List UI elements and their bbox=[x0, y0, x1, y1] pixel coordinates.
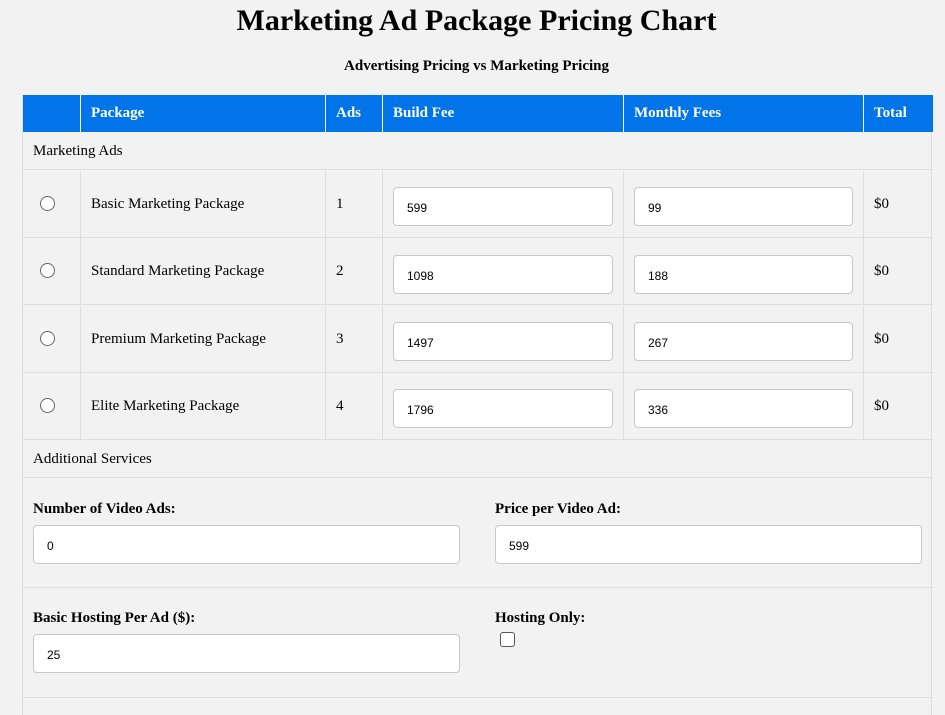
package-radio-basic[interactable] bbox=[40, 196, 55, 211]
package-name: Premium Marketing Package bbox=[81, 306, 326, 373]
divider bbox=[23, 587, 933, 588]
package-ads: 2 bbox=[326, 238, 383, 305]
hosting-input[interactable]: 25 bbox=[33, 634, 460, 673]
table-header: Package Ads Build Fee Monthly Fees Total bbox=[23, 95, 933, 132]
select-cell bbox=[23, 373, 81, 440]
package-ads: 3 bbox=[326, 306, 383, 373]
monthly-fee-cell: 188 bbox=[624, 238, 864, 305]
monthly-fee-cell: 99 bbox=[624, 171, 864, 238]
table-row: Premium Marketing Package 3 1497 267 $0 bbox=[23, 306, 933, 373]
monthly-fee-cell: 336 bbox=[624, 373, 864, 440]
build-fee-input[interactable]: 1098 bbox=[393, 255, 613, 294]
package-total: $0 bbox=[874, 263, 889, 279]
header-total: Total bbox=[874, 105, 907, 121]
section-additional-services: Additional Services bbox=[23, 440, 933, 478]
build-fee-cell: 599 bbox=[383, 171, 624, 238]
monthly-fee-input[interactable]: 188 bbox=[634, 255, 853, 294]
header-select bbox=[23, 95, 81, 132]
monthly-fee-cell: 267 bbox=[624, 306, 864, 373]
page-title: Marketing Ad Package Pricing Chart bbox=[236, 4, 717, 37]
monthly-fee-input[interactable]: 267 bbox=[634, 322, 853, 361]
header-ads: Ads bbox=[326, 95, 383, 132]
package-total: $0 bbox=[874, 196, 889, 212]
build-fee-input[interactable]: 1497 bbox=[393, 322, 613, 361]
package-radio-premium[interactable] bbox=[40, 331, 55, 346]
page-subtitle: Advertising Pricing vs Marketing Pricing bbox=[344, 58, 609, 74]
video-ads-input[interactable]: 0 bbox=[33, 525, 460, 564]
hosting-only-label: Hosting Only: bbox=[495, 610, 586, 626]
package-name: Elite Marketing Package bbox=[81, 373, 326, 440]
package-total: $0 bbox=[874, 331, 889, 347]
package-name: Standard Marketing Package bbox=[81, 238, 326, 305]
package-name: Basic Marketing Package bbox=[81, 171, 326, 238]
price-per-video-input[interactable]: 599 bbox=[495, 525, 922, 564]
select-cell bbox=[23, 171, 81, 238]
package-ads: 1 bbox=[326, 171, 383, 238]
pricing-table: Package Ads Build Fee Monthly Fees Total… bbox=[22, 95, 933, 715]
header-monthly-fees: Monthly Fees bbox=[624, 95, 864, 132]
price-per-video-label: Price per Video Ad: bbox=[495, 501, 621, 517]
section-marketing-ads: Marketing Ads bbox=[23, 132, 933, 170]
monthly-fee-input[interactable]: 336 bbox=[634, 389, 853, 428]
package-ads: 4 bbox=[326, 373, 383, 440]
table-row: Standard Marketing Package 2 1098 188 $0 bbox=[23, 238, 933, 305]
select-cell bbox=[23, 306, 81, 373]
package-total: $0 bbox=[874, 398, 889, 414]
monthly-fee-input[interactable]: 99 bbox=[634, 187, 853, 226]
header-build-fee: Build Fee bbox=[383, 95, 624, 132]
build-fee-input[interactable]: 599 bbox=[393, 187, 613, 226]
hosting-label: Basic Hosting Per Ad ($): bbox=[33, 610, 196, 626]
header-package: Package bbox=[81, 95, 326, 132]
select-cell bbox=[23, 238, 81, 305]
build-fee-input[interactable]: 1796 bbox=[393, 389, 613, 428]
divider bbox=[23, 697, 933, 698]
table-row: Basic Marketing Package 1 599 99 $0 bbox=[23, 171, 933, 238]
table-row: Elite Marketing Package 4 1796 336 $0 bbox=[23, 373, 933, 440]
hosting-only-checkbox[interactable] bbox=[500, 632, 515, 647]
video-ads-label: Number of Video Ads: bbox=[33, 501, 176, 517]
build-fee-cell: 1497 bbox=[383, 306, 624, 373]
package-radio-elite[interactable] bbox=[40, 398, 55, 413]
build-fee-cell: 1098 bbox=[383, 238, 624, 305]
package-radio-standard[interactable] bbox=[40, 263, 55, 278]
build-fee-cell: 1796 bbox=[383, 373, 624, 440]
